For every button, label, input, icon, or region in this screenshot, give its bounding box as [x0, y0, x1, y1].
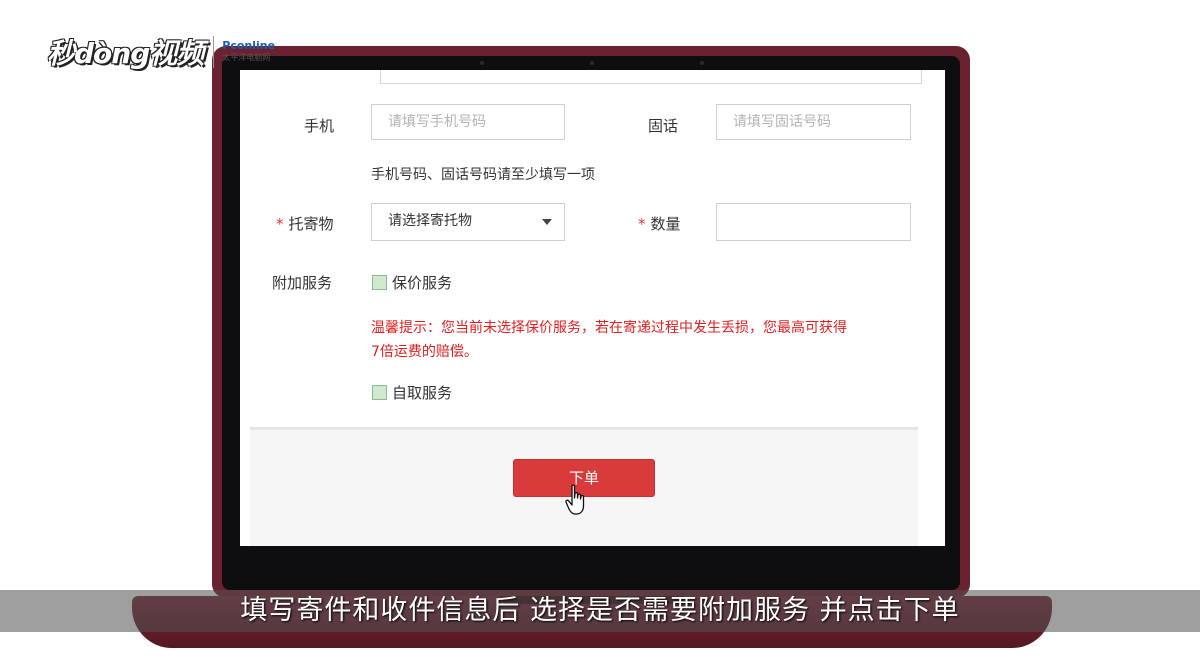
camera-dot	[700, 61, 704, 65]
partner-logo: Pconline 太平洋电脑网	[222, 40, 275, 64]
phone-hint: 手机号码、固话号码请至少填写一项	[371, 167, 595, 183]
quantity-label: * 数量	[638, 213, 681, 234]
video-subtitle: 填写寄件和收件信息后 选择是否需要附加服务 并点击下单	[240, 595, 960, 626]
watermark-brand: 秒dòng视频	[47, 37, 204, 70]
partner-logo-sub: 太平洋电脑网	[222, 53, 271, 62]
insurance-warning-line1: 温馨提示：您当前未选择保价服务，若在寄递过程中发生丢损，您最高可获得	[371, 320, 847, 336]
extra-services-label: 附加服务	[272, 274, 333, 292]
required-mark: *	[638, 215, 646, 233]
order-form: 手机 请填写手机号码 固话 请填写固话号码 手机号码、固话号码请至少填写一项 *…	[250, 70, 922, 427]
watermark-separator	[213, 36, 215, 68]
item-label: * 托寄物	[276, 213, 334, 234]
partner-logo-name: Pconline	[222, 39, 276, 52]
item-select[interactable]: 请选择寄托物	[371, 203, 565, 241]
quantity-label-text: 数量	[650, 215, 681, 233]
mobile-input[interactable]: 请填写手机号码	[371, 104, 565, 140]
mobile-label: 手机	[304, 117, 335, 135]
insurance-checkbox[interactable]	[372, 275, 387, 290]
item-label-text: 托寄物	[288, 215, 334, 233]
landline-label: 固话	[648, 117, 679, 135]
previous-input-field[interactable]	[380, 70, 922, 84]
chevron-down-icon	[542, 219, 552, 225]
camera-dot	[590, 61, 594, 65]
hand-pointer-cursor-icon	[565, 484, 585, 515]
required-mark: *	[276, 215, 284, 233]
quantity-input[interactable]	[716, 203, 911, 241]
item-select-value: 请选择寄托物	[388, 213, 472, 229]
insurance-warning-line2: 7倍运费的赔偿。	[371, 344, 478, 360]
landline-input[interactable]: 请填写固话号码	[716, 104, 911, 140]
self-pickup-label[interactable]: 自取服务	[392, 382, 452, 403]
laptop-screen: 手机 请填写手机号码 固话 请填写固话号码 手机号码、固话号码请至少填写一项 *…	[240, 70, 945, 546]
video-watermark: 秒dòng视频 Pconline 太平洋电脑网	[47, 32, 275, 72]
camera-dot	[480, 61, 484, 65]
self-pickup-checkbox[interactable]	[372, 385, 387, 400]
insurance-label[interactable]: 保价服务	[392, 272, 452, 293]
